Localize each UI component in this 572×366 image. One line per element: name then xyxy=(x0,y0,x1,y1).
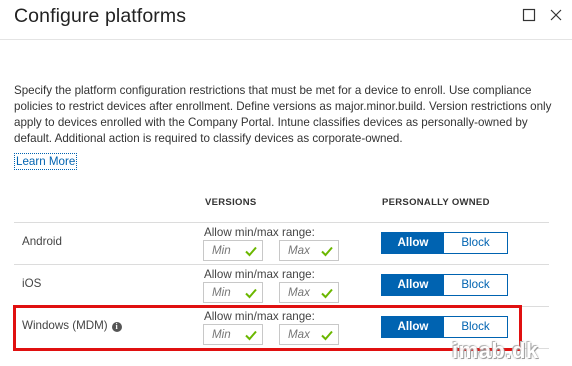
close-icon xyxy=(550,9,562,21)
min-placeholder: Min xyxy=(212,244,231,257)
max-version-input[interactable]: Max xyxy=(279,282,339,303)
blade-title: Configure platforms xyxy=(14,5,187,27)
max-placeholder: Max xyxy=(288,244,310,257)
min-placeholder: Min xyxy=(212,286,231,299)
ownership-toggle: Allow Block xyxy=(381,232,508,254)
ownership-toggle: Allow Block xyxy=(381,274,508,296)
block-button[interactable]: Block xyxy=(444,275,507,295)
range-label: Allow min/max range: xyxy=(204,268,315,281)
watermark: imab.dk xyxy=(452,338,539,363)
checkmark-icon xyxy=(245,288,257,299)
checkmark-icon xyxy=(245,246,257,257)
maximize-button[interactable] xyxy=(522,8,538,24)
max-placeholder: Max xyxy=(288,286,310,299)
personally-owned-column-header: PERSONALLY OWNED xyxy=(382,197,490,208)
allow-button[interactable]: Allow xyxy=(382,233,444,253)
row-divider xyxy=(14,222,549,223)
description-text: Specify the platform configuration restr… xyxy=(14,84,552,145)
block-button[interactable]: Block xyxy=(444,233,507,253)
close-button[interactable] xyxy=(549,8,565,24)
learn-more-link[interactable]: Learn More xyxy=(14,153,78,170)
range-label: Allow min/max range: xyxy=(204,226,315,239)
row-divider xyxy=(14,264,549,265)
platform-name: Android xyxy=(22,235,62,248)
allow-button[interactable]: Allow xyxy=(382,275,444,295)
checkmark-icon xyxy=(321,288,333,299)
min-version-input[interactable]: Min xyxy=(203,282,263,303)
min-version-input[interactable]: Min xyxy=(203,240,263,261)
max-version-input[interactable]: Max xyxy=(279,240,339,261)
maximize-icon xyxy=(522,8,536,22)
platform-name: iOS xyxy=(22,277,42,290)
title-bar: Configure platforms xyxy=(0,0,572,40)
checkmark-icon xyxy=(321,246,333,257)
highlight-box xyxy=(13,305,522,351)
versions-column-header: VERSIONS xyxy=(205,197,257,208)
